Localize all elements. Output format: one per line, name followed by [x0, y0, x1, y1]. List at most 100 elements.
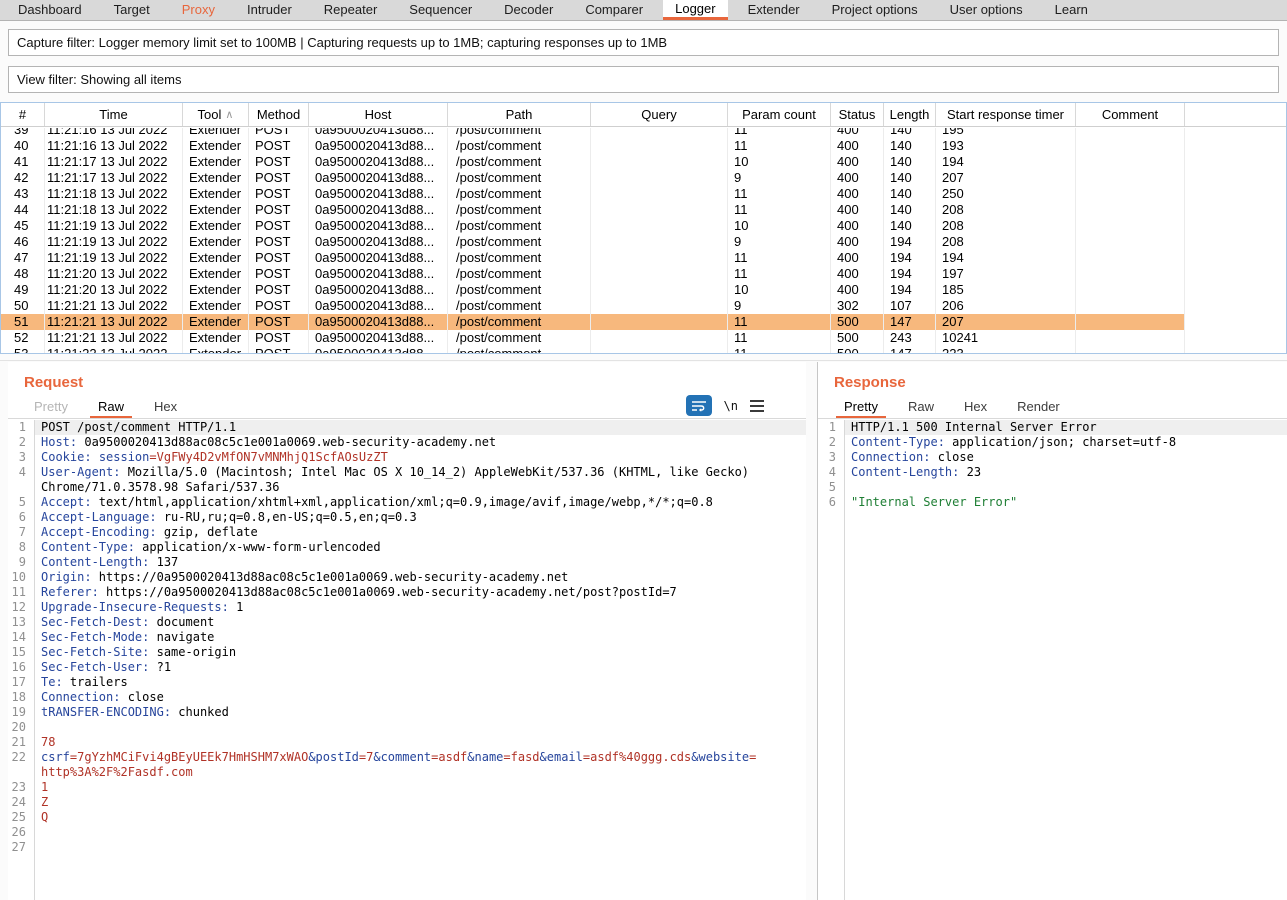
cell-timer: 185 — [936, 282, 1076, 298]
cell-length: 147 — [884, 346, 936, 353]
log-row-40[interactable]: 4011:21:16 13 Jul 2022ExtenderPOST0a9500… — [1, 138, 1185, 154]
request-editor[interactable]: 1POST /post/comment HTTP/1.12Host: 0a950… — [8, 420, 806, 900]
log-row-47[interactable]: 4711:21:19 13 Jul 2022ExtenderPOST0a9500… — [1, 250, 1185, 266]
menu-item-target[interactable]: Target — [102, 0, 162, 20]
cell-comment — [1076, 298, 1185, 314]
cell-comment — [1076, 138, 1185, 154]
view-filter-bar[interactable]: View filter: Showing all items — [8, 66, 1279, 93]
line-number: 16 — [8, 660, 28, 675]
menu-item-intruder[interactable]: Intruder — [235, 0, 304, 20]
cell-num: 41 — [1, 154, 45, 170]
split-divider[interactable] — [0, 360, 1287, 361]
response-editor[interactable]: 1HTTP/1.1 500 Internal Server Error2Cont… — [818, 420, 1287, 900]
menu-item-comparer[interactable]: Comparer — [573, 0, 655, 20]
tab-separator — [818, 418, 1287, 419]
cell-path: /post/comment — [448, 298, 591, 314]
column-header-time[interactable]: Time — [45, 103, 183, 126]
wrap-lines-button[interactable] — [686, 395, 712, 416]
cell-length: 140 — [884, 186, 936, 202]
log-row-44[interactable]: 4411:21:18 13 Jul 2022ExtenderPOST0a9500… — [1, 202, 1185, 218]
cell-params: 10 — [728, 154, 831, 170]
menu-item-repeater[interactable]: Repeater — [312, 0, 389, 20]
cell-length: 194 — [884, 250, 936, 266]
cell-params: 11 — [728, 346, 831, 353]
gutter-separator — [34, 420, 35, 900]
cell-timer: 250 — [936, 186, 1076, 202]
column-header-path[interactable]: Path — [448, 103, 591, 126]
cell-tool: Extender — [183, 202, 249, 218]
tab-pretty[interactable]: Pretty — [836, 398, 886, 418]
cell-query — [591, 202, 728, 218]
code-line: 15Sec-Fetch-Site: same-origin — [8, 645, 806, 660]
log-row-50[interactable]: 5011:21:21 13 Jul 2022ExtenderPOST0a9500… — [1, 298, 1185, 314]
column-header-method[interactable]: Method — [249, 103, 309, 126]
line-number: 19 — [8, 705, 28, 720]
code-line: 2Content-Type: application/json; charset… — [818, 435, 1287, 450]
code-line: 1POST /post/comment HTTP/1.1 — [8, 420, 806, 435]
tab-hex[interactable]: Hex — [956, 398, 995, 418]
cell-path: /post/comment — [448, 154, 591, 170]
request-editor-toolbar: \n — [686, 395, 764, 416]
menu-item-sequencer[interactable]: Sequencer — [397, 0, 484, 20]
column-header-tool[interactable]: Tool∧ — [183, 103, 249, 126]
editor-menu-button[interactable] — [750, 400, 764, 412]
log-row-52[interactable]: 5211:21:21 13 Jul 2022ExtenderPOST0a9500… — [1, 330, 1185, 346]
cell-query — [591, 234, 728, 250]
cell-time: 11:21:20 13 Jul 2022 — [45, 266, 183, 282]
menu-item-logger[interactable]: Logger — [663, 0, 727, 20]
cell-path: /post/comment — [448, 314, 591, 330]
column-header-host[interactable]: Host — [309, 103, 448, 126]
column-header-param-count[interactable]: Param count — [728, 103, 831, 126]
cell-tool: Extender — [183, 186, 249, 202]
menu-item-dashboard[interactable]: Dashboard — [6, 0, 94, 20]
column-header-status[interactable]: Status — [831, 103, 884, 126]
column-header-query[interactable]: Query — [591, 103, 728, 126]
menu-item-decoder[interactable]: Decoder — [492, 0, 565, 20]
column-header-length[interactable]: Length — [884, 103, 936, 126]
tab-pretty[interactable]: Pretty — [26, 398, 76, 418]
menu-item-project-options[interactable]: Project options — [820, 0, 930, 20]
cell-query — [591, 186, 728, 202]
code-line: Chrome/71.0.3578.98 Safari/537.36 — [8, 480, 806, 495]
cell-method: POST — [249, 298, 309, 314]
cell-params: 9 — [728, 234, 831, 250]
newline-chars-button[interactable]: \n — [724, 399, 738, 413]
log-row-39[interactable]: 3911:21:16 13 Jul 2022ExtenderPOST0a9500… — [1, 128, 1185, 138]
log-row-49[interactable]: 4911:21:20 13 Jul 2022ExtenderPOST0a9500… — [1, 282, 1185, 298]
line-number: 15 — [8, 645, 28, 660]
line-number: 10 — [8, 570, 28, 585]
cell-host: 0a9500020413d88... — [309, 154, 448, 170]
cell-num: 45 — [1, 218, 45, 234]
cell-method: POST — [249, 170, 309, 186]
log-row-41[interactable]: 4111:21:17 13 Jul 2022ExtenderPOST0a9500… — [1, 154, 1185, 170]
code-line: 10Origin: https://0a9500020413d88ac08c5c… — [8, 570, 806, 585]
cell-length: 140 — [884, 138, 936, 154]
line-number: 1 — [8, 420, 28, 435]
cell-status: 400 — [831, 266, 884, 282]
tab-raw[interactable]: Raw — [90, 398, 132, 418]
menu-item-proxy[interactable]: Proxy — [170, 0, 227, 20]
tab-render[interactable]: Render — [1009, 398, 1068, 418]
log-row-51[interactable]: 5111:21:21 13 Jul 2022ExtenderPOST0a9500… — [1, 314, 1185, 330]
log-row-45[interactable]: 4511:21:19 13 Jul 2022ExtenderPOST0a9500… — [1, 218, 1185, 234]
log-table: #TimeTool∧MethodHostPathQueryParam count… — [0, 102, 1287, 354]
log-row-46[interactable]: 4611:21:19 13 Jul 2022ExtenderPOST0a9500… — [1, 234, 1185, 250]
tab-raw[interactable]: Raw — [900, 398, 942, 418]
log-row-48[interactable]: 4811:21:20 13 Jul 2022ExtenderPOST0a9500… — [1, 266, 1185, 282]
column-header-start-response-timer[interactable]: Start response timer — [936, 103, 1076, 126]
cell-params: 9 — [728, 170, 831, 186]
cell-num: 51 — [1, 314, 45, 330]
menu-item-extender[interactable]: Extender — [736, 0, 812, 20]
log-row-53[interactable]: 5311:21:22 13 Jul 2022ExtenderPOST0a9500… — [1, 346, 1185, 353]
column-header-[interactable]: # — [1, 103, 45, 126]
menu-item-learn[interactable]: Learn — [1043, 0, 1100, 20]
menu-item-user-options[interactable]: User options — [938, 0, 1035, 20]
tab-hex[interactable]: Hex — [146, 398, 185, 418]
cell-comment — [1076, 154, 1185, 170]
cell-params: 11 — [728, 250, 831, 266]
log-row-43[interactable]: 4311:21:18 13 Jul 2022ExtenderPOST0a9500… — [1, 186, 1185, 202]
log-row-42[interactable]: 4211:21:17 13 Jul 2022ExtenderPOST0a9500… — [1, 170, 1185, 186]
column-header-comment[interactable]: Comment — [1076, 103, 1185, 126]
capture-filter-bar[interactable]: Capture filter: Logger memory limit set … — [8, 29, 1279, 56]
line-number: 4 — [818, 465, 838, 480]
